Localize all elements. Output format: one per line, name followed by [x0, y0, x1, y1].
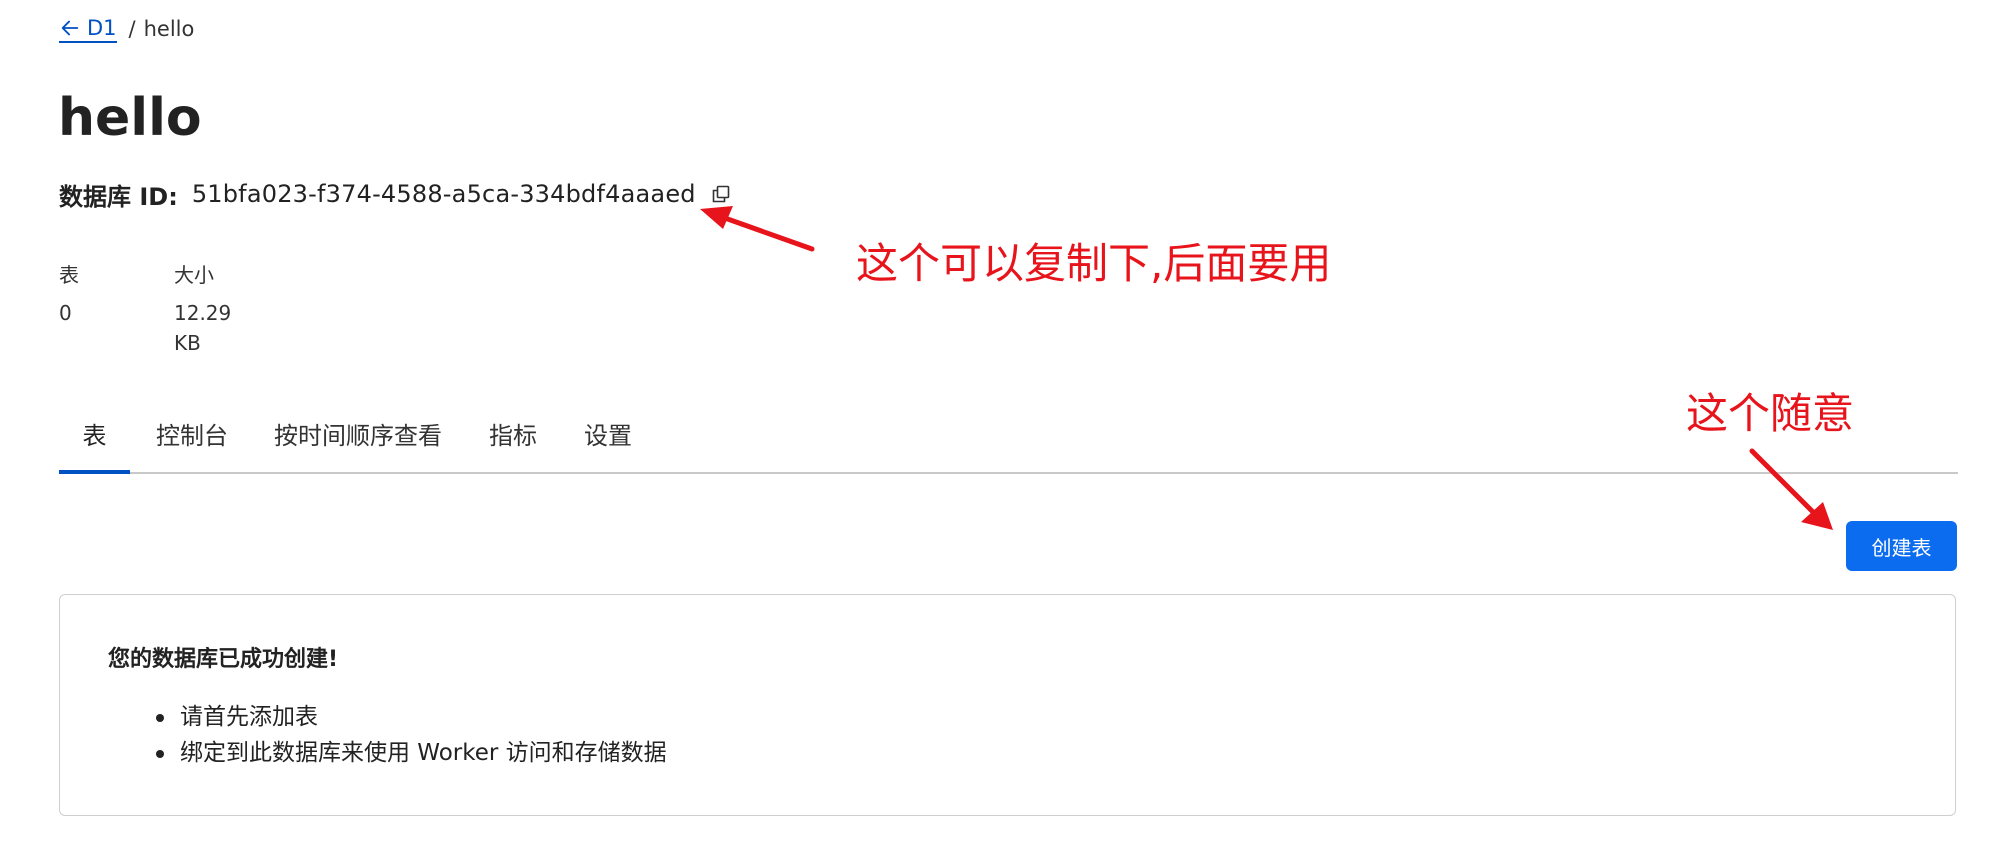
breadcrumb-back-link[interactable]: D1 [59, 16, 117, 43]
tab-bar: 表 控制台 按时间顺序查看 指标 设置 [59, 412, 1958, 474]
annotation-any-hint: 这个随意 [1686, 389, 1855, 438]
tab-console[interactable]: 控制台 [153, 412, 231, 472]
tab-metrics[interactable]: 指标 [487, 412, 539, 472]
annotation-copy-hint: 这个可以复制下,后面要用 [856, 239, 1332, 288]
stat-value: 12.29 KB [174, 301, 232, 355]
notice-title: 您的数据库已成功创建! [108, 647, 339, 672]
create-table-button[interactable]: 创建表 [1846, 521, 1957, 571]
breadcrumb-current: hello [143, 17, 195, 41]
stat-label: 表 [59, 263, 79, 287]
notice-list: 请首先添加表 绑定到此数据库来使用 Worker 访问和存储数据 [108, 699, 667, 771]
stat-size: 大小 12.29 KB [174, 260, 232, 355]
breadcrumb-separator: / [128, 17, 136, 41]
stat-label: 大小 [174, 263, 214, 287]
breadcrumb: D1 / hello [59, 14, 194, 44]
database-id-row: 数据库 ID: 51bfa023-f374-4588-a5ca-334bdf4a… [59, 174, 734, 214]
tab-settings[interactable]: 设置 [582, 412, 634, 472]
breadcrumb-parent: D1 [87, 15, 117, 40]
list-item: 绑定到此数据库来使用 Worker 访问和存储数据 [108, 735, 667, 771]
copy-icon[interactable] [708, 181, 734, 207]
tab-timeline[interactable]: 按时间顺序查看 [274, 412, 442, 472]
database-id-value: 51bfa023-f374-4588-a5ca-334bdf4aaaed [191, 180, 696, 208]
stat-value: 0 [59, 301, 72, 325]
stat-tables: 表 0 [59, 260, 79, 328]
tab-tables[interactable]: 表 [59, 412, 130, 474]
list-item: 请首先添加表 [108, 699, 667, 735]
database-id-label: 数据库 ID: [59, 182, 178, 211]
arrow-left-icon [61, 20, 79, 35]
page-title: hello [58, 88, 202, 148]
success-notice: 您的数据库已成功创建! 请首先添加表 绑定到此数据库来使用 Worker 访问和… [59, 594, 1956, 816]
